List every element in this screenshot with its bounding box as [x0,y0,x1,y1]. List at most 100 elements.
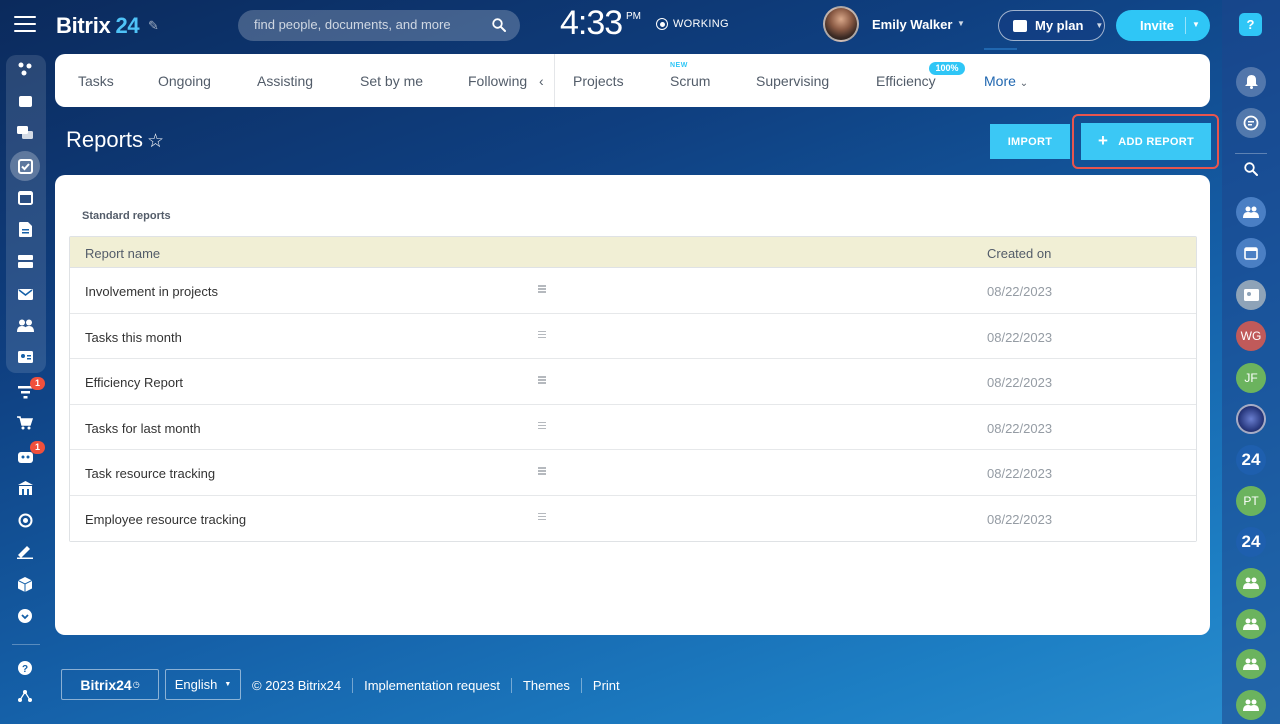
col-created-on[interactable]: Created on [987,246,1051,261]
drive-icon[interactable] [14,250,36,272]
search-bar[interactable] [238,10,520,41]
chevron-down-icon[interactable]: ▼ [1192,20,1200,29]
report-date: 08/22/2023 [987,420,1053,436]
reports-table: Report name Created on Involvement in pr… [69,236,1197,542]
group-chat-icon[interactable] [1236,197,1266,227]
page-title: Reports [66,127,144,152]
drag-handle-icon[interactable] [538,467,546,475]
target-icon[interactable] [14,509,36,531]
group-icon[interactable] [1236,649,1266,679]
table-row[interactable]: Task resource tracking 08/22/2023 [70,450,1196,496]
avatar-wg[interactable]: WG [1236,321,1266,351]
tab-scrum[interactable]: Scrum [670,73,710,89]
contact-card-icon[interactable] [1236,280,1266,310]
col-report-name[interactable]: Report name [85,246,160,261]
language-select[interactable]: English ▼ [165,669,241,700]
search-icon[interactable] [492,18,506,32]
footer-links: © 2023 Bitrix24 Implementation request T… [252,678,631,693]
user-name[interactable]: Emily Walker [872,17,952,32]
group-icon[interactable] [1236,568,1266,598]
chevron-down-icon[interactable]: ▼ [957,19,965,28]
my-plan-button[interactable]: My plan ▼ [998,10,1105,41]
svg-text:?: ? [22,664,28,675]
feed-icon[interactable] [14,90,36,112]
footer-themes[interactable]: Themes [510,678,581,693]
tab-assisting[interactable]: Assisting [257,73,313,89]
robot-badge: 1 [30,441,45,454]
help-icon[interactable]: ? [1239,13,1262,36]
group-icon[interactable] [1236,609,1266,639]
tab-tasks[interactable]: Tasks [78,73,114,89]
employees-icon[interactable] [14,314,36,336]
box-icon[interactable] [14,573,36,595]
drag-handle-icon[interactable] [538,376,546,384]
table-row[interactable]: Tasks for last month 08/22/2023 [70,404,1196,450]
shop-cart-icon[interactable] [14,412,36,434]
avatar-jf[interactable]: JF [1236,363,1266,393]
calendar-icon[interactable] [1236,238,1266,268]
table-row[interactable]: Employee resource tracking 08/22/2023 [70,495,1196,541]
chevron-down-icon[interactable] [14,605,36,627]
invite-button[interactable]: Invite ▼ [1116,10,1210,41]
tab-ongoing[interactable]: Ongoing [158,73,211,89]
drag-handle-icon[interactable] [538,285,546,293]
report-date: 08/22/2023 [987,284,1053,299]
report-name[interactable]: Tasks this month [85,330,182,345]
work-status[interactable]: WORKING [656,18,729,30]
tab-supervising[interactable]: Supervising [756,73,829,89]
tab-more[interactable]: More ⌄ [984,73,1028,89]
tab-efficiency[interactable]: Efficiency [876,73,936,89]
mail-icon[interactable] [14,283,36,305]
report-date: 08/22/2023 [987,511,1053,527]
report-name[interactable]: Tasks for last month [85,421,201,436]
signature-icon[interactable] [14,541,36,563]
search-icon[interactable] [1236,154,1266,184]
avatar-bitrix24[interactable]: 24 [1236,445,1266,475]
avatar-photo[interactable] [1236,404,1266,434]
pencil-icon[interactable]: ✎ [148,18,159,34]
user-avatar[interactable] [823,6,859,42]
search-input[interactable] [254,17,484,32]
table-row[interactable]: Involvement in projects 08/22/2023 [70,268,1196,314]
table-row[interactable]: Efficiency Report 08/22/2023 [70,359,1196,405]
calendar-icon[interactable] [14,186,36,208]
briefcase-icon [1013,19,1027,32]
import-button[interactable]: IMPORT [990,124,1070,159]
avatar-bitrix24[interactable]: 24 [1236,527,1266,557]
chat-icon[interactable] [14,122,36,144]
sidebar-divider [12,644,40,645]
footer-print[interactable]: Print [580,678,631,693]
add-report-button[interactable]: + ADD REPORT [1081,123,1211,160]
star-icon[interactable]: ☆ [147,130,164,153]
drag-handle-icon[interactable] [538,330,546,338]
footer-logo[interactable]: Bitrix24 ◷ [61,669,159,700]
drag-handle-icon[interactable] [538,512,546,520]
bank-icon[interactable] [14,477,36,499]
report-name[interactable]: Task resource tracking [85,466,215,481]
invite-divider [1185,17,1186,34]
bell-icon[interactable] [1236,67,1266,97]
table-row[interactable]: Tasks this month 08/22/2023 [70,313,1196,359]
group-icon[interactable] [1236,690,1266,720]
tab-projects[interactable]: Projects [573,73,624,89]
chevron-left-icon[interactable]: ‹ [539,73,544,89]
report-name[interactable]: Involvement in projects [85,284,218,299]
tab-following[interactable]: Following [468,73,527,89]
footer-implementation-request[interactable]: Implementation request [352,678,511,693]
bitrix-logo[interactable]: Bitrix 24 [56,13,140,39]
chat-bubble-icon[interactable] [1236,108,1266,138]
help-icon[interactable]: ? [14,657,36,679]
contact-card-icon[interactable] [14,346,36,368]
clock-ampm: PM [626,11,641,22]
activity-stream-icon[interactable] [14,58,36,80]
sitemap-icon[interactable] [14,685,36,707]
drag-handle-icon[interactable] [538,421,546,429]
report-name[interactable]: Efficiency Report [85,375,183,390]
report-name[interactable]: Employee resource tracking [85,512,246,527]
documents-icon[interactable] [14,218,36,240]
menu-icon[interactable] [14,16,36,34]
tasks-icon[interactable] [14,155,36,177]
invite-label: Invite [1140,18,1174,33]
tab-set-by-me[interactable]: Set by me [360,73,423,89]
avatar-pt[interactable]: PT [1236,486,1266,516]
